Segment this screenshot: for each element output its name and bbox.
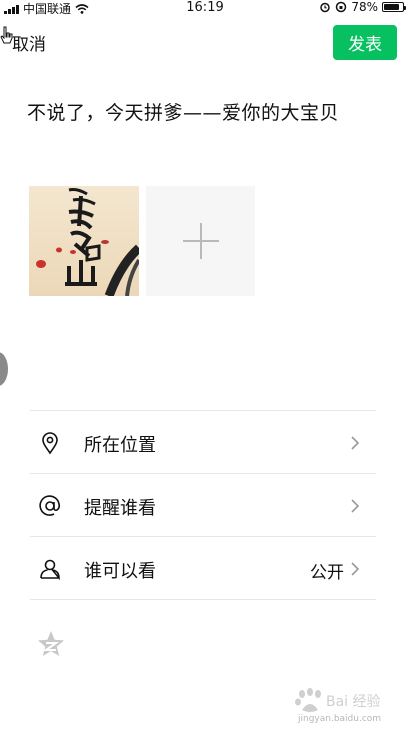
option-location[interactable]: 所在位置 — [30, 411, 376, 473]
post-text-input[interactable]: 不说了，今天拼爹——爱你的大宝贝 — [27, 98, 339, 125]
qzone-star-icon[interactable] — [36, 629, 66, 659]
add-photo-button[interactable] — [146, 186, 255, 296]
option-visibility-label: 谁可以看 — [84, 561, 156, 582]
calligraphy-image — [29, 186, 139, 296]
watermark-url: jingyan.baidu.com — [298, 714, 382, 724]
chevron-right-icon — [351, 562, 360, 576]
divider — [30, 599, 376, 600]
option-remind[interactable]: 提醒谁看 — [30, 474, 376, 536]
option-visibility[interactable]: 谁可以看 公开 — [30, 537, 376, 599]
floating-assistive-handle[interactable] — [0, 352, 8, 386]
location-pin-icon — [42, 432, 58, 455]
status-right: 78% — [319, 0, 406, 14]
rotation-lock-icon — [336, 1, 347, 13]
photo-thumbnail[interactable] — [29, 186, 139, 296]
chevron-right-icon — [351, 499, 360, 513]
battery-icon — [382, 2, 406, 12]
option-remind-label: 提醒谁看 — [84, 498, 156, 519]
baidu-paw-logo: Bai 经验 — [295, 688, 381, 712]
alarm-icon — [320, 2, 331, 13]
publish-button[interactable]: 发表 — [333, 25, 397, 60]
person-icon — [40, 559, 60, 581]
option-location-label: 所在位置 — [84, 435, 156, 456]
chevron-right-icon — [351, 436, 360, 450]
at-sign-icon — [39, 495, 61, 516]
baidu-jingyan-watermark: Bai 经验 jingyan.baidu.com — [292, 688, 384, 736]
option-visibility-value: 公开 — [310, 563, 344, 583]
cancel-button[interactable]: 取消 — [12, 30, 46, 55]
battery-percent: 78% — [351, 0, 378, 14]
svg-text:Bai 经验: Bai 经验 — [326, 694, 381, 710]
status-bar: 中国联通 16:19 78% — [0, 0, 410, 16]
